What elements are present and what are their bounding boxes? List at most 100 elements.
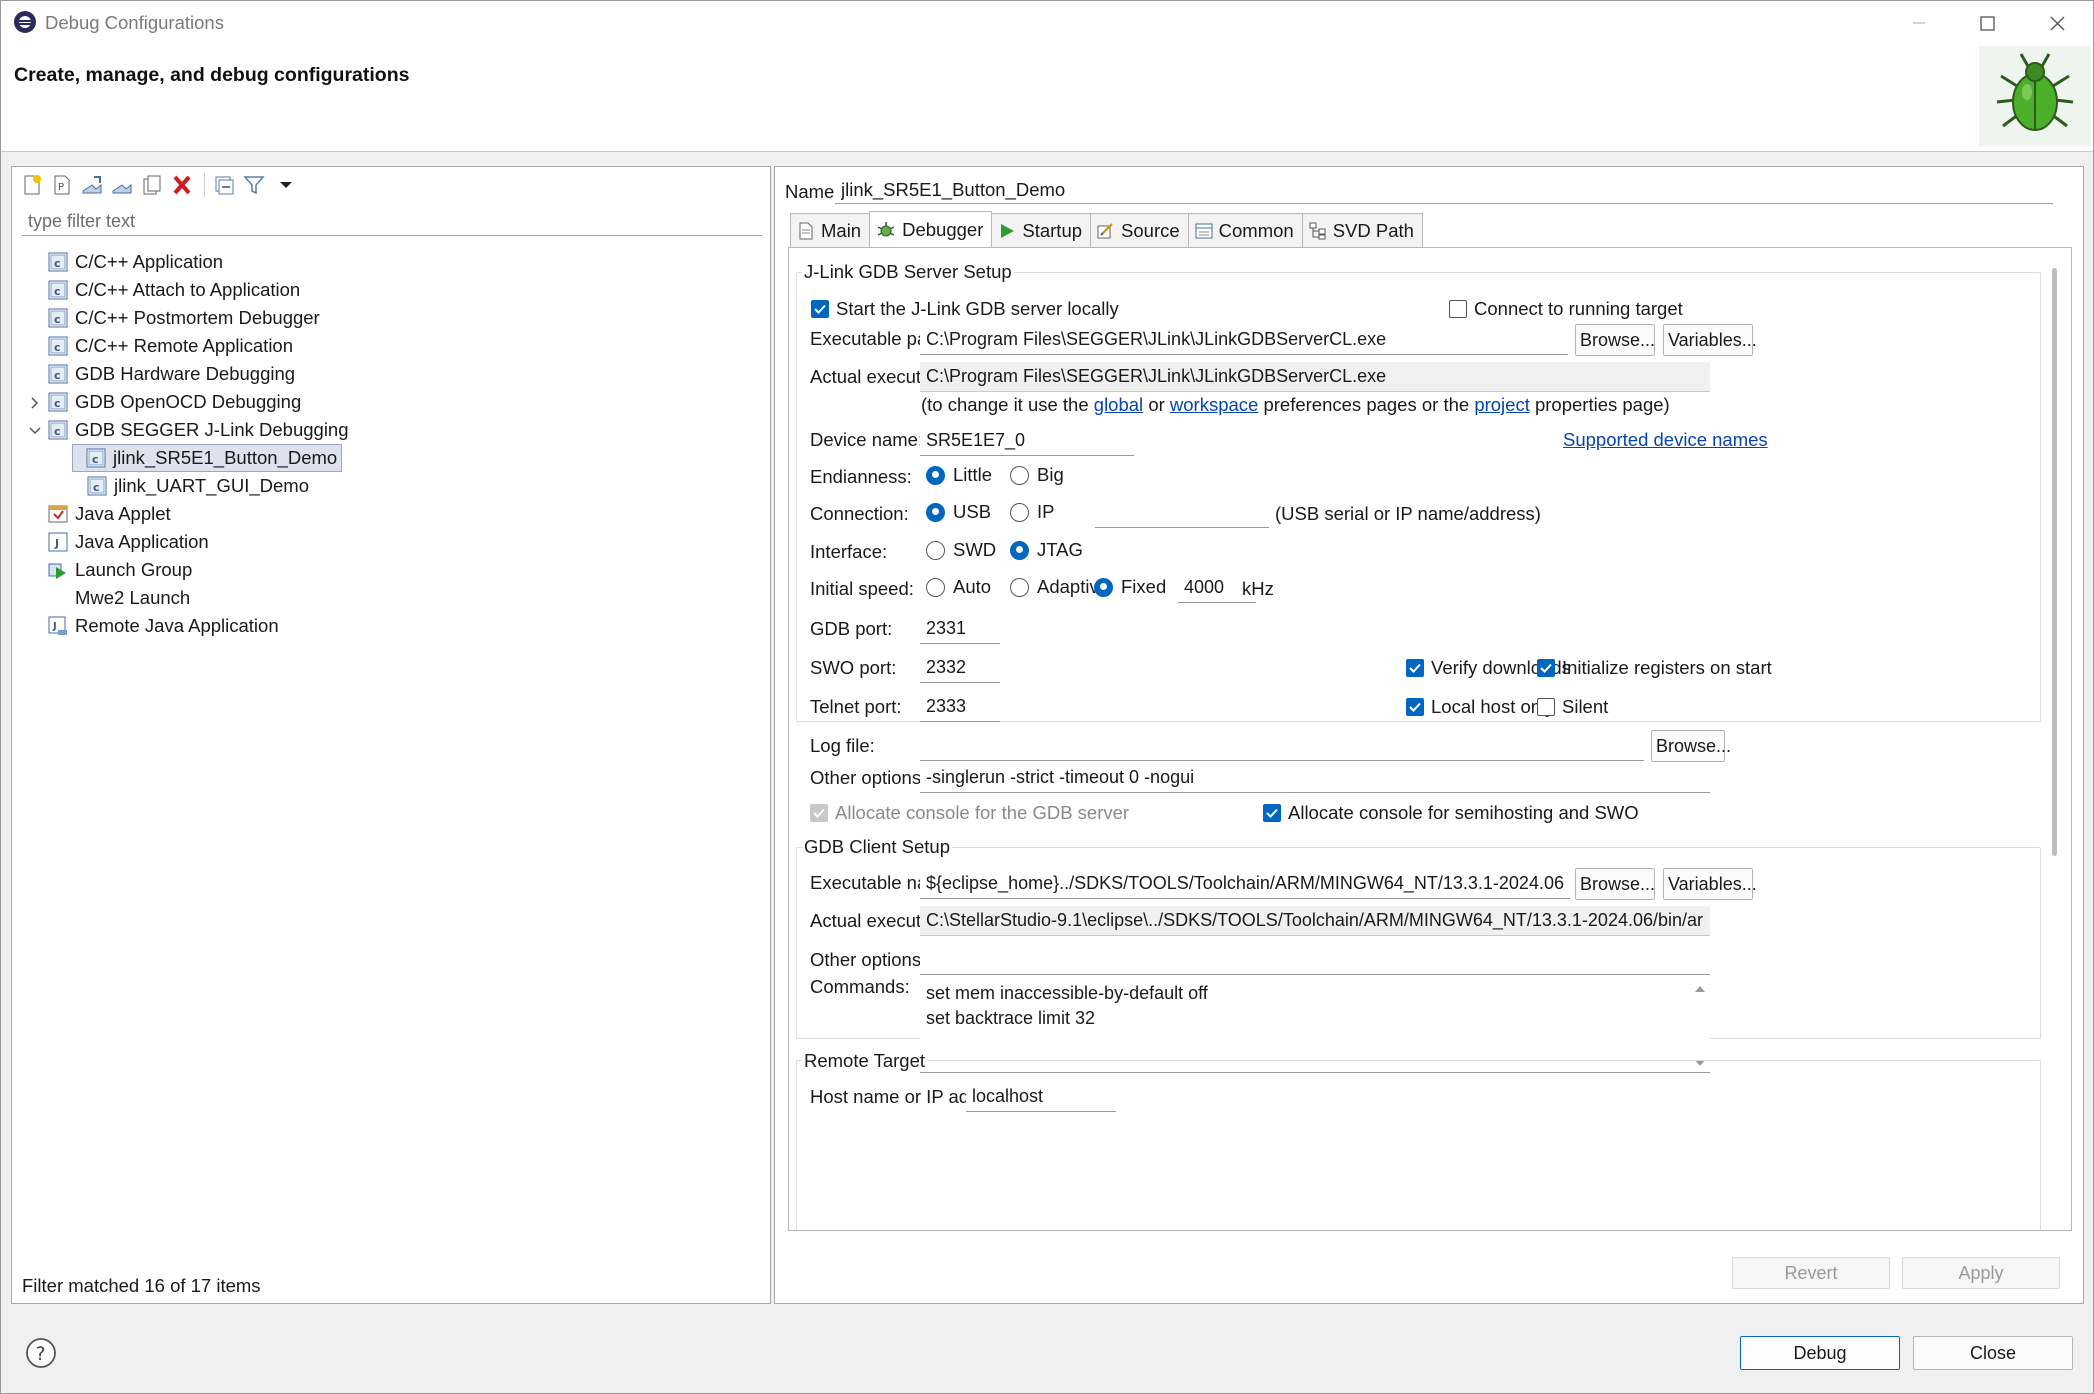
tree-item-remote-java[interactable]: J Remote Java Application [48,612,279,640]
expand-chevron-right-icon[interactable] [27,395,43,411]
filter-icon[interactable] [242,173,266,197]
filter-input[interactable] [22,208,762,236]
log-file-input[interactable] [920,731,1644,761]
init-registers-checkbox[interactable]: Initialize registers on start [1537,657,1772,679]
telnet-port-input[interactable] [920,692,1000,722]
endianness-label: Endianness: [810,466,912,487]
close-button[interactable]: Close [1913,1336,2073,1370]
host-input[interactable] [966,1082,1116,1112]
tree-item-gdb-segger-jlink[interactable]: c GDB SEGGER J-Link Debugging [48,416,349,444]
config-name-input[interactable] [835,176,2053,204]
tree-item-java-application[interactable]: J Java Application [48,528,209,556]
silent-checkbox[interactable]: Silent [1537,696,1608,718]
project-link[interactable]: project [1474,394,1530,415]
tab-startup[interactable]: Startup [991,213,1092,247]
server-other-options-input[interactable] [920,763,1710,793]
exec-variables-button[interactable]: Variables... [1663,324,1757,356]
tree-item-cpp-remote[interactable]: c C/C++ Remote Application [48,332,293,360]
debugger-tab-icon [877,221,895,236]
revert-button[interactable]: Revert [1732,1257,1890,1289]
server-setup-title: J-Link GDB Server Setup [802,261,1014,283]
tab-main[interactable]: Main [790,213,871,247]
tab-debugger[interactable]: Debugger [869,211,993,247]
endian-little-radio[interactable]: Little [926,464,992,486]
supported-devices-link[interactable]: Supported device names [1563,429,1768,451]
tree-item-launch-group[interactable]: Launch Group [48,556,192,584]
alloc-semihosting-checkbox[interactable]: Allocate console for semihosting and SWO [1263,802,1639,824]
log-browse-button[interactable]: Browse... [1651,730,1731,762]
gdb-port-input[interactable] [920,614,1000,644]
device-name-input[interactable] [920,426,1134,456]
tree-item-cpp-application[interactable]: c C/C++ Application [48,248,223,276]
exec-browse-button[interactable]: Browse... [1575,324,1655,356]
client-browse-button[interactable]: Browse... [1575,868,1655,900]
tab-common[interactable]: Common [1187,213,1303,247]
name-label: Name: [785,181,840,202]
speed-auto-radio[interactable]: Auto [926,576,991,598]
commands-textarea[interactable]: set mem inaccessible-by-default off set … [920,977,1710,1073]
maximize-button[interactable] [1967,5,2007,41]
global-link[interactable]: global [1094,394,1143,415]
radio-label: IP [1037,501,1055,522]
server-other-options-label: Other options: [810,767,927,788]
configuration-tree-panel: P c C/C++ Application c C/C++ Attach to … [11,166,771,1304]
tree-item-gdb-hardware[interactable]: c GDB Hardware Debugging [48,360,295,388]
new-prototype-icon[interactable]: P [50,173,74,197]
tree-item-cpp-attach[interactable]: c C/C++ Attach to Application [48,276,300,304]
import-icon[interactable] [110,173,134,197]
minimize-button[interactable] [1899,5,1939,41]
iface-swd-radio[interactable]: SWD [926,539,996,561]
connect-running-checkbox[interactable]: Connect to running target [1449,298,1683,320]
conn-ip-radio[interactable]: IP [1010,501,1054,523]
duplicate-icon[interactable] [140,173,164,197]
help-question-icon[interactable]: ? [25,1337,57,1369]
swo-port-input[interactable] [920,653,1000,683]
tree-item-cpp-postmortem[interactable]: c C/C++ Postmortem Debugger [48,304,320,332]
vertical-scrollbar[interactable] [2052,268,2057,856]
tab-source[interactable]: Source [1090,213,1189,247]
export-icon[interactable] [80,173,104,197]
iface-jtag-radio[interactable]: JTAG [1010,539,1083,561]
workspace-link[interactable]: workspace [1170,394,1258,415]
speed-fixed-radio[interactable]: Fixed [1094,576,1166,598]
svg-text:c: c [93,481,100,494]
alloc-gdb-console-checkbox[interactable]: Allocate console for the GDB server [810,802,1129,824]
tree-item-gdb-openocd[interactable]: c GDB OpenOCD Debugging [48,388,301,416]
svg-text:J: J [54,537,59,550]
close-window-button[interactable] [2037,5,2077,41]
radio-label: USB [953,501,992,522]
tree-item-java-applet[interactable]: Java Applet [48,500,171,528]
minimize-icon [1913,22,1925,24]
svg-text:c: c [54,257,61,270]
new-configuration-icon[interactable] [20,173,44,197]
debug-configurations-window: Debug Configurations Create, manage, and… [0,0,2094,1394]
usb-serial-ip-input[interactable] [1095,498,1269,528]
client-other-options-input[interactable] [920,945,1710,975]
init-regs-label: Initialize registers on start [1562,657,1772,678]
exec-path-input[interactable] [920,325,1568,355]
apply-button[interactable]: Apply [1902,1257,2060,1289]
tab-svd-path[interactable]: SVD Path [1301,213,1423,247]
client-exec-input[interactable] [920,869,1570,899]
unchecked-box-icon [1449,300,1467,318]
conn-usb-radio[interactable]: USB [926,501,991,523]
tree-item-mwe2-launch[interactable]: Mwe2 Launch [48,584,190,612]
delete-icon[interactable] [170,173,194,197]
local-host-only-checkbox[interactable]: Local host only [1406,696,1554,718]
endian-big-radio[interactable]: Big [1010,464,1064,486]
client-variables-button[interactable]: Variables... [1663,868,1757,900]
scroll-up-arrow-icon[interactable] [1693,982,1707,996]
tab-label: Debugger [902,218,984,240]
debug-button[interactable]: Debug [1740,1336,1900,1370]
hint-text: properties page) [1534,394,1670,415]
c-config-icon: c [48,280,68,300]
tree-item-jlink-uart-demo[interactable]: c jlink_UART_GUI_Demo [87,472,309,500]
radio-selected-icon [1094,577,1113,597]
tree-item-jlink-button-demo-selected[interactable]: c jlink_SR5E1_Button_Demo [72,444,343,472]
collapse-chevron-down-icon[interactable] [27,423,43,439]
tree-item-label: C/C++ Postmortem Debugger [75,307,320,328]
view-menu-chevron-down-icon[interactable] [274,173,298,197]
start-locally-label: Start the J-Link GDB server locally [836,298,1119,319]
start-locally-checkbox[interactable]: Start the J-Link GDB server locally [811,298,1119,320]
collapse-all-icon[interactable] [212,173,236,197]
